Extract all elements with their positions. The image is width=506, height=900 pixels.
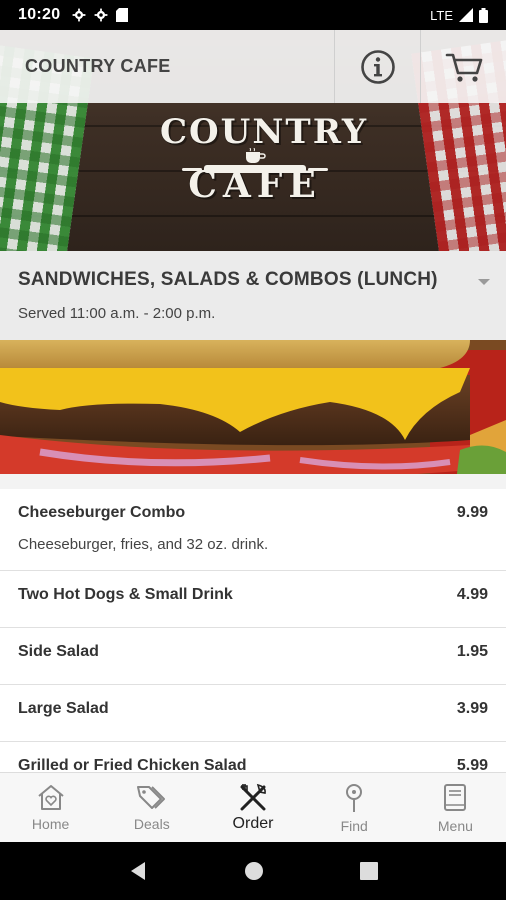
menu-item-name: Cheeseburger Combo	[18, 504, 186, 521]
battery-icon	[479, 7, 488, 23]
cheeseburger-photo	[0, 340, 506, 489]
menu-item-description: Cheeseburger, fries, and 32 oz. drink.	[18, 536, 269, 553]
bottom-tab-bar: Home Deals Order Find Menu	[0, 772, 506, 842]
cart-icon	[445, 53, 482, 82]
country-cafe-logo: COUNTRY CAFE	[160, 112, 369, 247]
section-hours: Served 11:00 a.m. - 2:00 p.m.	[18, 305, 216, 322]
tab-deals[interactable]: Deals	[101, 773, 202, 842]
tab-find[interactable]: Find	[304, 773, 405, 842]
map-pin-icon	[346, 784, 363, 812]
menu-section-header[interactable]: SANDWICHES, SALADS & COMBOS (LUNCH) Serv…	[0, 251, 506, 340]
status-icons	[72, 8, 129, 22]
home-icon[interactable]	[243, 860, 265, 882]
menu-item-large-salad[interactable]: Large Salad 3.99	[0, 685, 506, 742]
signal-icon	[459, 8, 473, 22]
back-icon[interactable]	[127, 860, 149, 882]
cart-button[interactable]	[420, 30, 506, 103]
app-title: COUNTRY CAFE	[25, 56, 171, 76]
section-title: SANDWICHES, SALADS & COMBOS (LUNCH)	[18, 269, 438, 290]
logo-word-country: COUNTRY	[160, 112, 369, 152]
tab-home[interactable]: Home	[0, 773, 101, 842]
status-time: 10:20	[18, 6, 61, 23]
cheeseburger-illustration	[0, 340, 506, 489]
tags-icon	[136, 786, 165, 809]
network-label: LTE	[430, 7, 453, 23]
status-right: LTE	[430, 7, 488, 23]
menu-item-name: Side Salad	[18, 643, 99, 660]
app-header: COUNTRY CAFE	[0, 30, 506, 103]
app-screen: COUNTRY CAFE COUNTRY CAFE SANDWICHES, SA…	[0, 30, 506, 842]
tab-label: Order	[232, 815, 274, 832]
tab-order[interactable]: Order	[202, 773, 303, 842]
book-icon	[444, 784, 467, 811]
gear-icon	[95, 8, 108, 22]
status-bar: 10:20 LTE	[0, 0, 506, 30]
menu-item-price: 3.99	[456, 700, 488, 717]
coffee-cup-icon	[246, 148, 266, 163]
menu-item-list: Cheeseburger Combo 9.99 Cheeseburger, fr…	[0, 489, 506, 799]
info-button[interactable]	[334, 30, 420, 103]
chevron-down-icon[interactable]	[478, 279, 490, 285]
menu-item-price: 9.99	[456, 504, 488, 521]
tab-label: Find	[340, 818, 368, 834]
menu-item-side-salad[interactable]: Side Salad 1.95	[0, 628, 506, 685]
tab-menu[interactable]: Menu	[405, 773, 506, 842]
home-heart-icon	[37, 785, 64, 810]
menu-item-name: Large Salad	[18, 700, 109, 717]
menu-item-price: 4.99	[456, 586, 488, 603]
system-nav-bar	[0, 842, 506, 900]
utensils-icon	[240, 783, 266, 811]
tab-label: Deals	[133, 816, 170, 832]
tab-label: Menu	[437, 818, 473, 834]
menu-item-name: Two Hot Dogs & Small Drink	[18, 586, 233, 603]
recents-icon[interactable]	[359, 861, 379, 881]
sd-card-icon	[116, 8, 129, 22]
menu-item-cheeseburger-combo[interactable]: Cheeseburger Combo 9.99 Cheeseburger, fr…	[0, 489, 506, 571]
gear-icon	[73, 8, 86, 22]
rolling-pin-icon	[182, 165, 328, 173]
info-icon	[360, 49, 395, 84]
menu-item-price: 1.95	[456, 643, 488, 660]
hero-banner: COUNTRY CAFE COUNTRY CAFE	[0, 30, 506, 251]
tab-label: Home	[31, 816, 70, 832]
menu-item-two-hot-dogs[interactable]: Two Hot Dogs & Small Drink 4.99	[0, 571, 506, 628]
